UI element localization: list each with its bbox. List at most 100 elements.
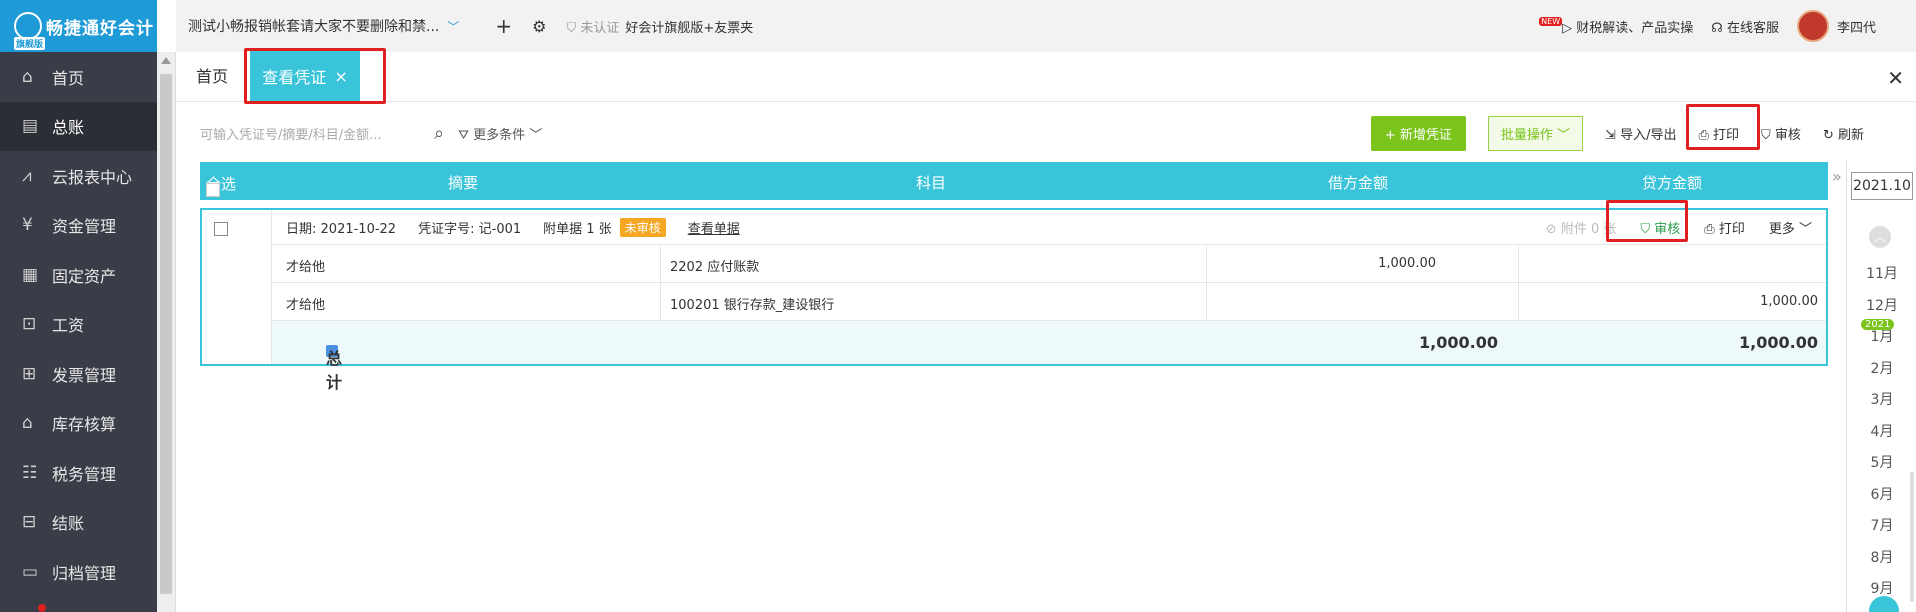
scroll-up-icon[interactable]: ︿ [1869,226,1891,248]
header-summary: 摘要 [448,174,479,192]
month-item[interactable]: 7月 [1847,515,1916,535]
select-all-checkbox[interactable] [206,183,220,197]
row-debit: 1,000.00 [1378,256,1436,271]
month-item[interactable]: 11月 [1847,263,1916,283]
online-service-link[interactable]: ☊ 在线客服 [1711,17,1779,36]
month-item[interactable]: 12月 [1847,295,1916,315]
news-link[interactable]: NEW ▷ 财税解读、产品实操 [1539,16,1693,36]
divider [660,245,661,282]
month-item[interactable]: 2月 [1847,358,1916,378]
month-item[interactable]: 8月 [1847,547,1916,567]
attachment-count[interactable]: ⊘ 附件 0 张 [1546,218,1617,237]
edition-badge: 旗舰版 [14,37,46,50]
table-header: 全选 摘要 科目 借方金额 贷方金额 [200,162,1828,200]
voucher-date: 日期: 2021-10-22 [286,221,397,237]
nav-icon: ▦ [22,264,39,285]
sidebar-item[interactable]: ▦ 固定资产 [0,250,157,300]
month-item[interactable]: 6月 [1847,484,1916,504]
sidebar-item[interactable]: ⊟ 结账 [0,498,157,548]
floating-action-icon[interactable] [1869,596,1899,612]
sidebar-item-label: 云报表中心 [52,167,133,187]
sidebar-item[interactable]: ▤ 总账 [0,101,157,151]
audit-button[interactable]: ⛉ 审核 [1761,124,1801,143]
total-debit: 1,000.00 [1419,333,1498,352]
refresh-button[interactable]: ↻ 刷新 [1823,124,1864,143]
new-voucher-button[interactable]: + 新增凭证 [1370,115,1466,151]
close-icon[interactable]: ✕ [1887,66,1904,90]
logo[interactable]: 畅捷通好会计 旗舰版 [0,0,157,52]
month-item[interactable]: 5月 [1847,452,1916,472]
nav-icon: ⊡ [22,314,37,335]
sidebar-item[interactable]: ⊡ 工资 [0,300,157,350]
shield-icon: ⛉ [1761,127,1771,143]
scrollbar[interactable] [157,52,176,612]
month-item[interactable]: 4月 [1847,421,1916,441]
sidebar-item-label: 发票管理 [52,365,117,385]
sidebar-item[interactable]: ▭ 归档管理 [0,547,157,597]
view-documents-link[interactable]: 查看单据 [688,218,740,237]
import-icon: ⇲ [1605,127,1616,143]
voucher-header: 日期: 2021-10-22 凭证字号: 记-001 附单据 1 张 未审核 查… [272,210,1826,244]
nav-icon: ⌂ [22,66,33,87]
sidebar-item[interactable]: ⩘ 云报表中心 [0,151,157,201]
month-item[interactable]: 3月 [1847,389,1916,409]
nav-icon: ⌂ [22,413,33,434]
gear-icon[interactable]: ⚙ [532,17,546,36]
voucher-print-button[interactable]: ⎙ 打印 [1704,218,1745,237]
nav-icon: ⊞ [22,363,37,384]
sidebar-item-label: 资金管理 [52,217,117,237]
import-export-button[interactable]: ⇲ 导入/导出 [1605,124,1676,143]
avatar [1796,10,1829,42]
tab-home[interactable]: 首页 [176,63,246,101]
tab-label: 查看凭证 [262,68,327,87]
total-credit: 1,000.00 [1739,333,1818,352]
headset-icon: ☊ [1711,20,1723,36]
divider [660,283,661,320]
select-all[interactable]: 全选 [206,173,236,197]
sidebar-item-label: 固定资产 [52,266,117,286]
month-panel: 2021.10 ︿ 11月 12月 1月 2月 3月 4月 5月 6月 7月 8月 9月 2021 [1846,160,1916,612]
batch-operation-button[interactable]: 批量操作 ﹀ [1487,115,1584,151]
divider [1518,245,1519,282]
logo-icon [14,12,42,40]
user-menu[interactable]: 李四代 [1796,10,1876,42]
toolbar: 可输入凭证号/摘要/科目/金额... ⌕ ⛛ 更多条件 ﹀ + 新增凭证 批量操… [200,114,1864,152]
voucher-more-button[interactable]: 更多 ﹀ [1769,218,1812,237]
add-icon[interactable]: + [495,14,512,38]
logo-text: 畅捷通好会计 [46,18,154,39]
paperclip-icon: ⊘ [1545,221,1557,237]
sidebar-item[interactable]: ¥ 资金管理 [0,201,157,251]
voucher-checkbox[interactable] [214,222,228,236]
print-button[interactable]: ⎙ 打印 [1698,124,1739,143]
panel-scrollbar[interactable] [1910,472,1914,602]
table-row[interactable]: 才给他 100201 银行存款_建设银行 1,000.00 [272,282,1826,320]
video-icon: ▷ [1562,20,1573,36]
voucher-select-col [202,210,272,364]
table-row[interactable]: 才给他 2202 应付账款 1,000.00 [272,244,1826,282]
period-display[interactable]: 2021.10 [1851,172,1913,200]
search-icon[interactable]: ⌕ [434,123,444,144]
tab-view-voucher[interactable]: 查看凭证 × [250,51,361,101]
search-input[interactable]: 可输入凭证号/摘要/科目/金额... [200,124,430,143]
certification-status[interactable]: ⛉ 未认证 [566,17,619,36]
nav-icon: ☷ [22,462,38,483]
sidebar-item-label: 结账 [52,514,85,534]
close-tab-icon[interactable]: × [334,67,347,86]
sidebar-item[interactable]: ⌂ 首页 [0,52,157,102]
chevron-down-icon[interactable]: ﹀ [447,18,459,35]
collapse-panel-icon[interactable]: » [1832,167,1842,186]
scroll-up-icon[interactable] [161,57,171,64]
sidebar-item-label: 首页 [52,68,85,88]
voucher-audit-button[interactable]: ⛉ 审核 [1640,218,1680,237]
sidebar-item[interactable]: ⊞ 发票管理 [0,349,157,399]
year-badge: 2021 [1861,319,1895,330]
company-selector[interactable]: 测试小畅报销帐套请大家不要删除和禁... [188,16,439,36]
sidebar-item[interactable]: ☷ 税务管理 [0,448,157,498]
new-badge: NEW [1539,16,1563,26]
sidebar-item[interactable]: ⌂ 库存核算 [0,399,157,449]
more-conditions-button[interactable]: ⛛ 更多条件 ﹀ [458,124,542,143]
header-credit: 贷方金额 [1642,174,1703,192]
month-item[interactable]: 9月 [1847,578,1916,598]
scroll-thumb[interactable] [160,74,172,594]
row-account: 100201 银行存款_建设银行 [670,298,835,313]
